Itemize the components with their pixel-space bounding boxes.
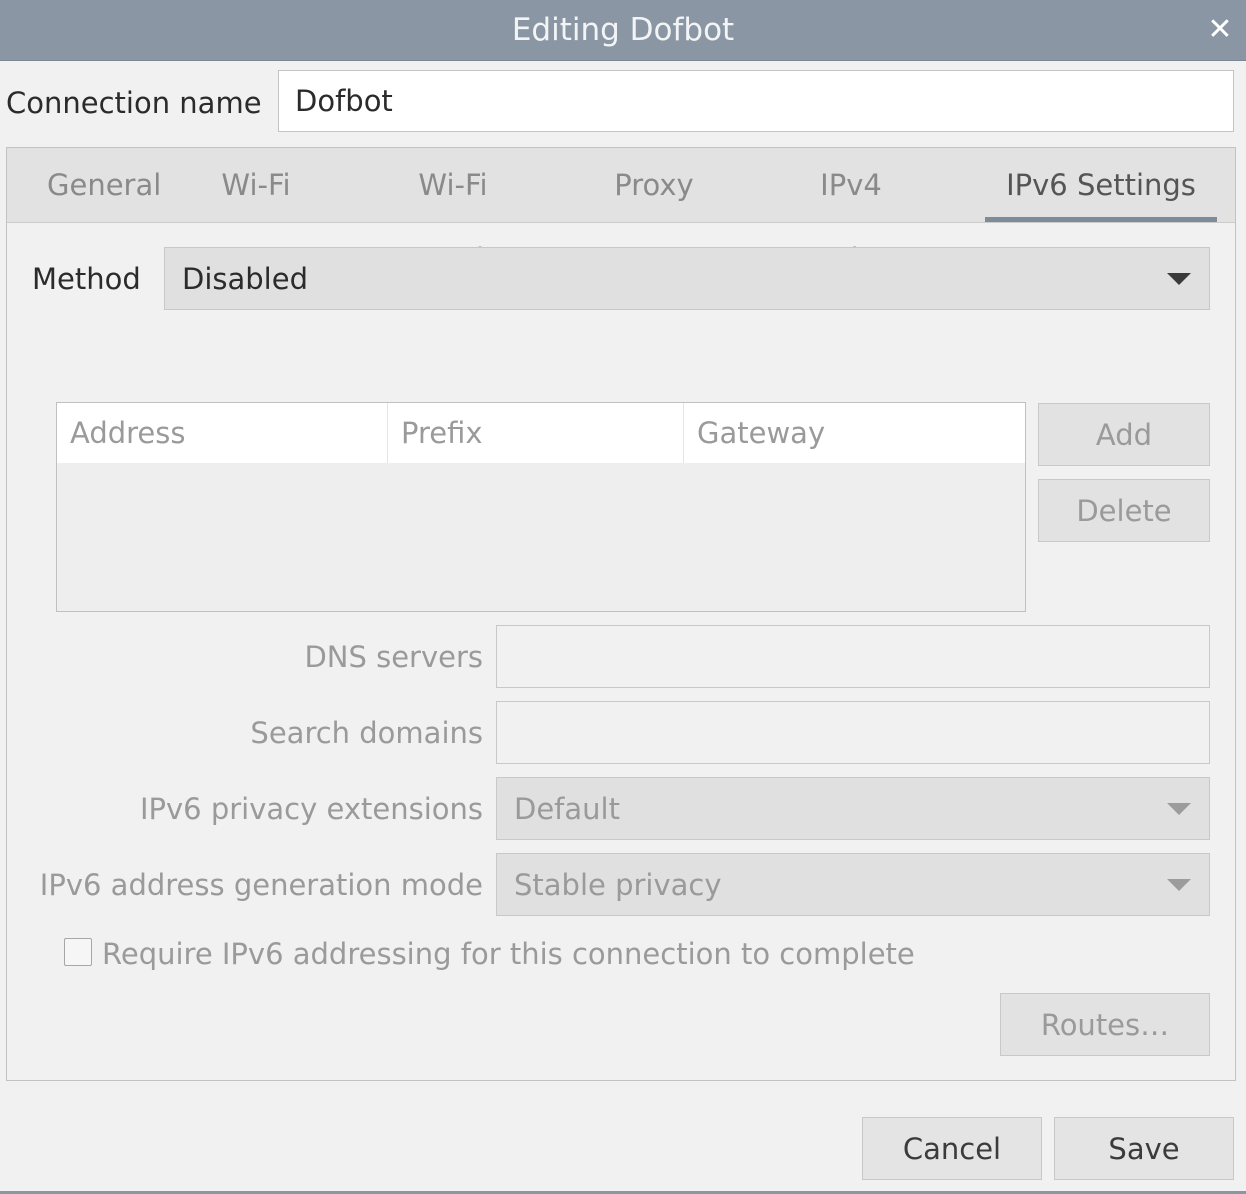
window-title: Editing Dofbot bbox=[511, 12, 735, 48]
close-icon[interactable]: ✕ bbox=[1202, 12, 1238, 48]
tab-wifi[interactable]: Wi-Fi bbox=[219, 148, 293, 222]
require-ipv6-label[interactable]: Require IPv6 addressing for this connect… bbox=[102, 932, 915, 976]
cancel-button[interactable]: Cancel bbox=[862, 1117, 1042, 1180]
column-header-prefix[interactable]: Prefix bbox=[387, 403, 683, 463]
search-domains-label: Search domains bbox=[250, 716, 483, 750]
dropdown-arrow-icon bbox=[1167, 272, 1191, 285]
delete-button[interactable]: Delete bbox=[1038, 479, 1210, 542]
ipv6-address-generation-mode-dropdown[interactable]: Stable privacy bbox=[496, 853, 1210, 916]
tab-general[interactable]: General bbox=[47, 148, 161, 222]
add-button[interactable]: Add bbox=[1038, 403, 1210, 466]
ipv6-address-generation-mode-value: Stable privacy bbox=[514, 867, 722, 902]
connection-name-input[interactable] bbox=[278, 70, 1234, 132]
require-ipv6-checkbox[interactable] bbox=[64, 938, 92, 966]
dropdown-arrow-icon bbox=[1167, 802, 1191, 815]
tab-proxy[interactable]: Proxy bbox=[613, 148, 695, 222]
method-value: Disabled bbox=[182, 261, 308, 296]
tab-ipv6-settings[interactable]: IPv6 Settings bbox=[985, 148, 1217, 222]
address-table-header: Address Prefix Gateway bbox=[57, 403, 1025, 463]
address-table[interactable]: Address Prefix Gateway bbox=[56, 402, 1026, 612]
save-button[interactable]: Save bbox=[1054, 1117, 1234, 1180]
ipv6-address-generation-mode-label: IPv6 address generation mode bbox=[39, 868, 483, 902]
title-bar: Editing Dofbot ✕ bbox=[0, 0, 1246, 61]
column-header-address[interactable]: Address bbox=[57, 403, 387, 463]
tab-bar: General Wi-Fi Wi-Fi Security Proxy IPv4 … bbox=[7, 148, 1235, 276]
method-label: Method bbox=[32, 262, 141, 296]
ipv6-privacy-extensions-label: IPv6 privacy extensions bbox=[139, 792, 483, 826]
dns-servers-label: DNS servers bbox=[304, 640, 483, 674]
connection-name-label: Connection name bbox=[6, 86, 262, 120]
routes-button[interactable]: Routes… bbox=[1000, 993, 1210, 1056]
ipv6-privacy-extensions-dropdown[interactable]: Default bbox=[496, 777, 1210, 840]
tab-ipv4-settings[interactable]: IPv4 Settings bbox=[757, 148, 945, 276]
ipv6-privacy-extensions-value: Default bbox=[514, 791, 620, 826]
dropdown-arrow-icon bbox=[1167, 878, 1191, 891]
dns-servers-input[interactable] bbox=[496, 625, 1210, 688]
method-dropdown[interactable]: Disabled bbox=[164, 247, 1210, 310]
search-domains-input[interactable] bbox=[496, 701, 1210, 764]
tab-wifi-security[interactable]: Wi-Fi Security bbox=[355, 148, 551, 276]
column-header-gateway[interactable]: Gateway bbox=[683, 403, 1025, 463]
